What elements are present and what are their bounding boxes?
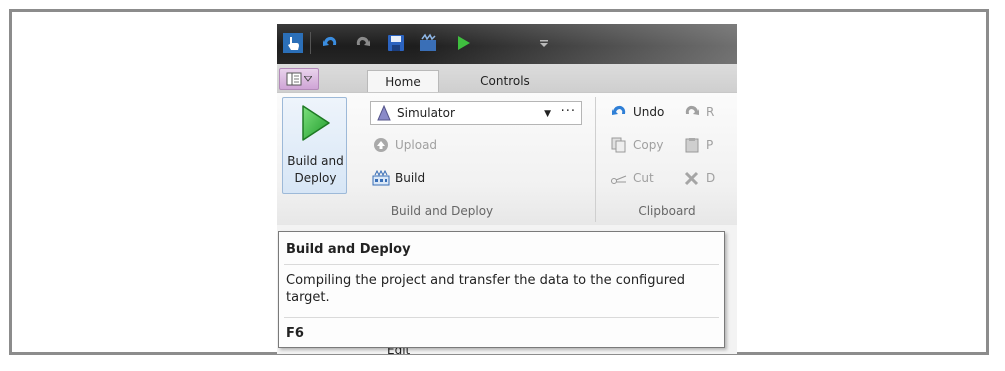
build-icon[interactable]: [418, 33, 438, 53]
delete-label: D: [706, 171, 716, 185]
tooltip-divider: [284, 264, 719, 265]
redo-button[interactable]: R: [683, 101, 714, 123]
cut-button[interactable]: Cut: [610, 167, 654, 189]
target-combo[interactable]: Simulator ▼ ···: [370, 101, 582, 125]
redo-icon[interactable]: [353, 33, 373, 53]
simulator-icon: [375, 104, 393, 122]
panel-icon: [286, 72, 302, 86]
copy-button[interactable]: Copy: [610, 134, 663, 156]
upload-button[interactable]: Upload: [372, 134, 437, 156]
tab-home[interactable]: Home: [367, 70, 439, 92]
tooltip-divider: [284, 317, 719, 318]
touch-icon[interactable]: [283, 33, 303, 53]
copy-label: Copy: [633, 138, 664, 152]
undo-icon: [610, 103, 628, 121]
customize-dropdown-icon[interactable]: [534, 33, 554, 53]
clipboard-group-label: Clipboard: [638, 204, 696, 218]
target-combo-value: Simulator: [397, 106, 455, 120]
paste-button[interactable]: P: [683, 134, 713, 156]
more-options-button[interactable]: ···: [561, 104, 576, 119]
delete-button[interactable]: D: [683, 167, 715, 189]
build-and-deploy-label: Build and Deploy: [287, 154, 344, 185]
tooltip-shortcut: F6: [286, 326, 304, 341]
undo-icon[interactable]: [320, 33, 340, 53]
build-icon: [372, 169, 390, 187]
chevron-down-icon: [304, 76, 312, 82]
build-label: Build: [395, 171, 426, 185]
run-icon[interactable]: [453, 33, 473, 53]
play-icon: [302, 105, 330, 141]
undo-button[interactable]: Undo: [610, 101, 664, 123]
group-divider: [595, 97, 596, 222]
tooltip: Build and Deploy Compiling the project a…: [278, 231, 725, 348]
upload-icon: [372, 136, 390, 154]
cut-icon: [610, 169, 628, 187]
copy-icon: [610, 136, 628, 154]
delete-icon: [683, 169, 701, 187]
cut-label: Cut: [633, 171, 654, 185]
chevron-down-icon[interactable]: ▼: [544, 109, 551, 119]
undo-label: Undo: [633, 105, 665, 119]
save-icon[interactable]: [386, 33, 406, 53]
tooltip-description: Compiling the project and transfer the d…: [286, 273, 686, 305]
upload-label: Upload: [395, 138, 438, 152]
build-and-deploy-button[interactable]: Build and Deploy: [282, 97, 347, 194]
quick-access-toolbar: [277, 24, 737, 64]
paste-label: P: [706, 138, 714, 152]
redo-icon: [683, 103, 701, 121]
tooltip-title: Build and Deploy: [286, 242, 411, 257]
build-button[interactable]: Build: [372, 167, 425, 189]
toolbar-separator: [310, 32, 311, 54]
tab-controls[interactable]: Controls: [469, 70, 541, 92]
paste-icon: [683, 136, 701, 154]
app-menu-button[interactable]: [279, 68, 319, 90]
redo-label: R: [706, 105, 715, 119]
build-and-deploy-group-label: Build and Deploy: [390, 204, 494, 218]
